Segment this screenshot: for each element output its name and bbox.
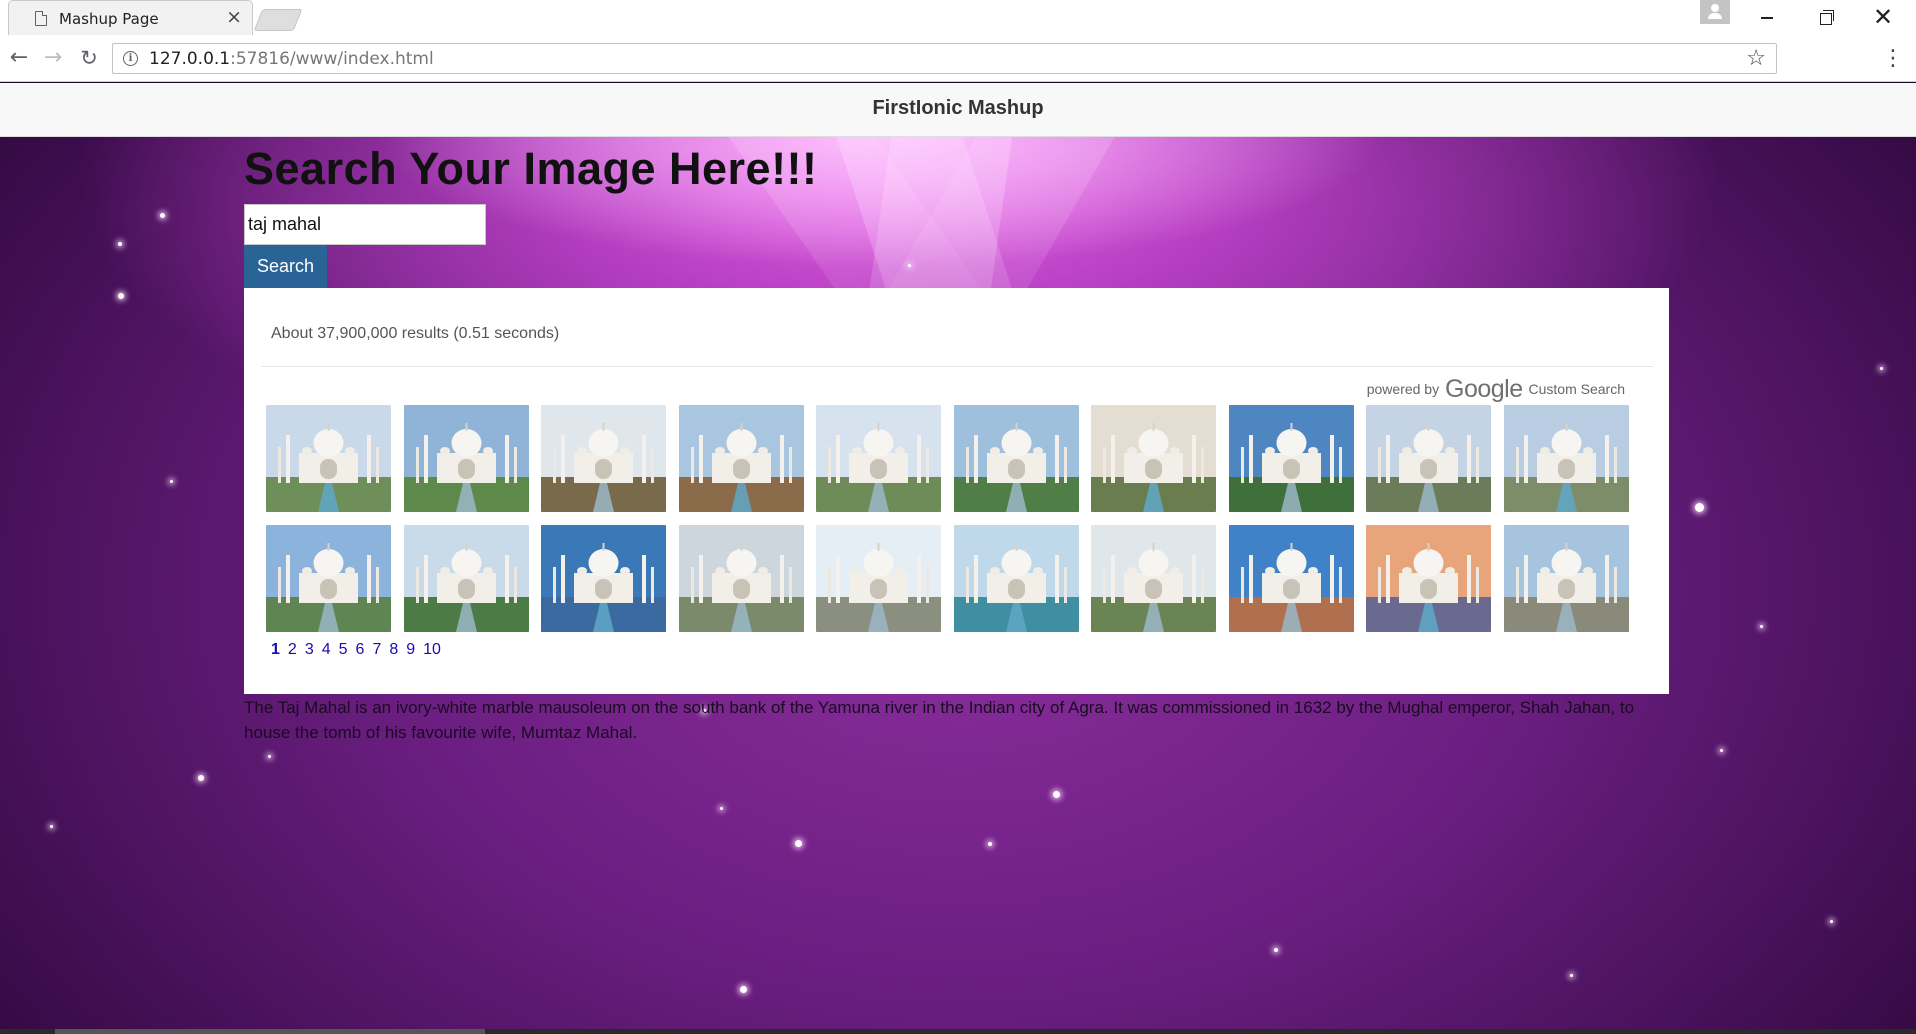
image-result-thumbnail[interactable] [816,525,941,632]
background-star [1274,948,1278,952]
background-star [795,840,802,847]
app-title: FirstIonic Mashup [872,97,1044,119]
image-result-thumbnail[interactable] [953,405,1079,512]
image-result-thumbnail[interactable] [541,525,666,632]
page-link[interactable]: 10 [423,641,441,658]
taskbar-strip [0,1029,1916,1034]
page-link[interactable]: 5 [339,641,348,658]
url-text[interactable]: 127.0.0.1:57816/www/index.html [149,49,434,69]
bookmark-star-icon[interactable]: ☆ [1746,46,1766,71]
page-link[interactable]: 8 [389,641,398,658]
page-link[interactable]: 7 [372,641,381,658]
background-star [1570,974,1573,977]
page-link[interactable]: 1 [271,641,280,658]
powered-by-label: powered by [1366,381,1440,397]
background-star [1053,791,1060,798]
background-star [170,480,173,483]
background-star [1760,625,1763,628]
image-result-thumbnail[interactable] [678,405,804,512]
image-result-thumbnail[interactable] [1503,405,1629,512]
page-link[interactable]: 6 [356,641,365,658]
page-link[interactable]: 3 [305,641,314,658]
url-host: 127.0.0.1 [149,49,231,69]
image-result-thumbnail[interactable] [1366,525,1491,632]
app-header: FirstIonic Mashup [0,83,1916,137]
window-close-button[interactable]: ✕ [1860,0,1906,34]
profile-icon[interactable] [1700,0,1730,24]
page-content: Search Your Image Here!!! Search About 3… [0,137,1916,1034]
image-result-thumbnail[interactable] [1091,405,1216,512]
image-result-thumbnail[interactable] [953,525,1079,632]
description-text: The Taj Mahal is an ivory-white marble m… [244,698,1635,742]
page-heading: Search Your Image Here!!! [244,143,818,194]
background-star [118,242,122,246]
back-arrow-icon[interactable]: ← [6,45,32,71]
reload-icon[interactable]: ↻ [76,45,102,71]
search-results-panel: About 37,900,000 results (0.51 seconds) … [244,288,1669,694]
image-result-thumbnail[interactable] [1091,525,1216,632]
browser-menu-icon[interactable]: ⋮ [1882,45,1904,73]
image-result-thumbnail[interactable] [541,405,666,512]
browser-tab[interactable]: Mashup Page × [8,0,253,35]
page-link[interactable]: 2 [288,641,297,658]
background-star [720,807,723,810]
background-star [740,986,747,993]
forward-arrow-icon[interactable]: → [40,45,66,71]
new-tab-button[interactable] [253,9,303,31]
image-result-thumbnail[interactable] [1503,525,1629,632]
page-link[interactable]: 4 [322,641,331,658]
info-icon[interactable]: i [123,51,138,66]
results-divider [261,366,1653,367]
background-star [908,264,911,267]
address-bar[interactable]: i 127.0.0.1:57816/www/index.html ☆ [112,43,1777,74]
image-result-thumbnail[interactable] [816,405,941,512]
pagination: 1 2 3 4 5 6 7 8 9 10 [271,641,449,659]
background-star [198,775,204,781]
minimize-button[interactable] [1744,0,1790,34]
tab-title: Mashup Page [59,10,159,28]
image-result-thumbnail[interactable] [403,405,529,512]
image-result-thumbnail[interactable] [1228,525,1354,632]
browser-toolbar: ← → ↻ i 127.0.0.1:57816/www/index.html ☆… [0,35,1916,82]
results-count: About 37,900,000 results (0.51 seconds) [271,325,560,342]
background-star [1880,367,1883,370]
image-result-thumbnail[interactable] [266,405,391,512]
background-star [118,293,124,299]
search-branding: powered by Google Custom Search [1366,372,1625,403]
background-star [160,213,165,218]
background-star [1695,503,1704,512]
background-star [1720,749,1723,752]
url-path: :57816/www/index.html [230,49,434,69]
image-result-thumbnail[interactable] [1228,405,1354,512]
restore-button[interactable] [1802,0,1848,34]
page-link[interactable]: 9 [406,641,415,658]
document-icon [35,11,47,26]
image-result-thumbnail[interactable] [266,525,391,632]
image-result-thumbnail[interactable] [1366,405,1491,512]
google-logo: Google [1445,375,1523,403]
background-star [1830,920,1833,923]
search-input[interactable] [244,204,486,245]
browser-tabstrip: Mashup Page × ✕ [0,0,1916,35]
image-result-thumbnail[interactable] [678,525,804,632]
background-star [268,755,271,758]
tab-close-icon[interactable]: × [226,7,242,27]
image-result-thumbnail[interactable] [403,525,529,632]
background-star [988,842,992,846]
search-button[interactable]: Search [244,245,327,288]
custom-search-label: Custom Search [1528,381,1625,397]
background-star [50,825,53,828]
